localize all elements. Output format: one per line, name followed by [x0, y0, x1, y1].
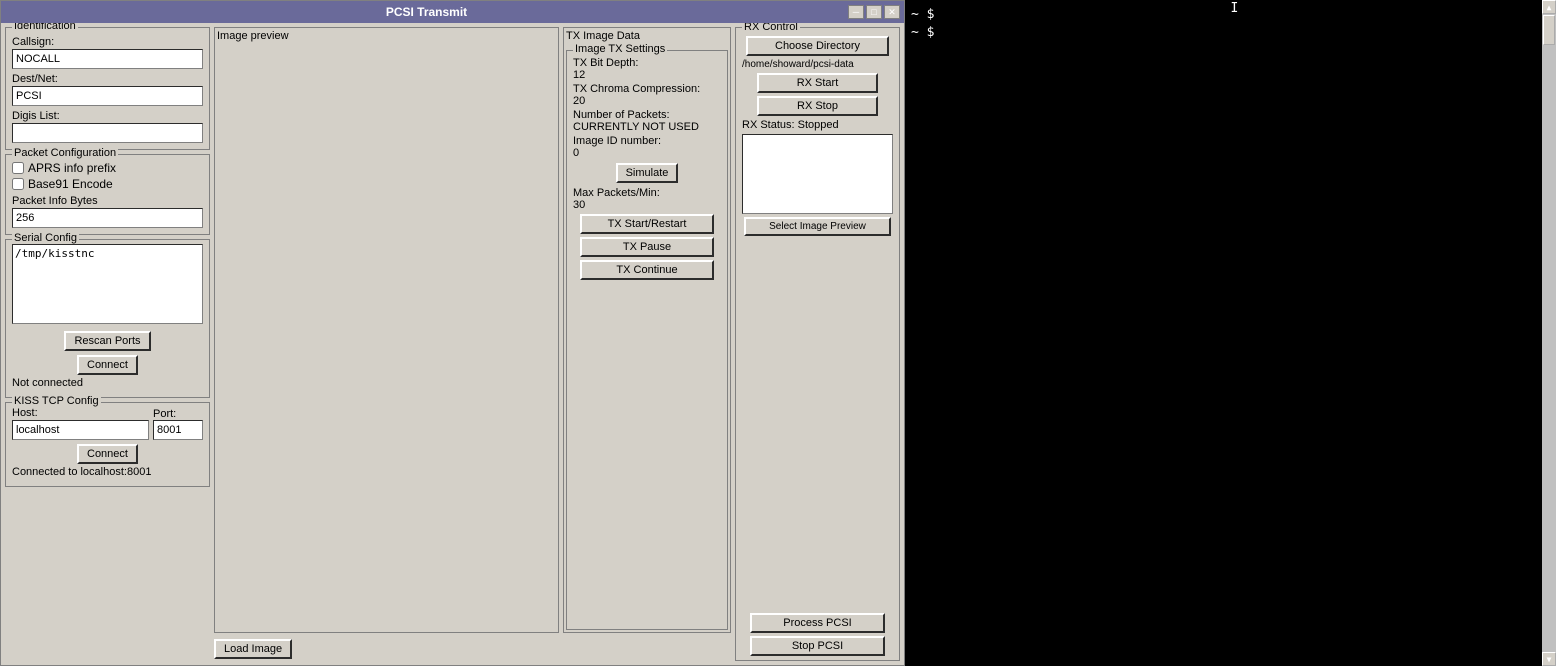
callsign-input[interactable]	[12, 49, 203, 69]
kiss-tcp-title: KISS TCP Config	[12, 395, 101, 407]
tx-continue-button[interactable]: TX Continue	[580, 260, 713, 280]
title-bar: PCSI Transmit ─ □ ✕	[1, 1, 904, 23]
digis-list-label: Digis List:	[12, 110, 203, 122]
packet-info-input[interactable]	[12, 208, 203, 228]
scroll-down-button[interactable]: ▼	[1542, 652, 1556, 666]
terminal-panel: ~ $ ~ $​ I ▲ ▼	[905, 0, 1556, 666]
max-packets-label: Max Packets/Min:	[573, 187, 721, 199]
packet-config-title: Packet Configuration	[12, 147, 118, 159]
kiss-tcp-group: KISS TCP Config Host: Port: Connect Conn…	[5, 402, 210, 487]
rx-start-button[interactable]: RX Start	[757, 73, 878, 93]
serial-config-group: Serial Config Rescan Ports Connect Not c…	[5, 239, 210, 398]
load-image-row: Load Image	[214, 637, 731, 661]
middle-panel: Image preview TX Image Data Image TX Set…	[214, 27, 731, 661]
digis-list-input[interactable]	[12, 123, 203, 143]
image-id-row: Image ID number: 0	[573, 135, 721, 159]
tcp-status: Connected to localhost:8001	[12, 466, 203, 478]
image-preview-panel: Image preview	[214, 27, 559, 633]
max-packets-row: Max Packets/Min: 30	[573, 187, 721, 211]
image-preview-label: Image preview	[217, 30, 556, 42]
dest-net-label: Dest/Net:	[12, 73, 203, 85]
num-packets-row: Number of Packets: CURRENTLY NOT USED	[573, 109, 721, 133]
rescan-ports-button[interactable]: Rescan Ports	[64, 331, 150, 351]
choose-directory-button[interactable]: Choose Directory	[746, 36, 889, 56]
serial-connect-button[interactable]: Connect	[77, 355, 138, 375]
process-pcsi-button[interactable]: Process PCSI	[750, 613, 886, 633]
host-label: Host:	[12, 407, 149, 419]
identification-title: Identification	[12, 23, 78, 32]
tx-settings-title: Image TX Settings	[573, 43, 667, 55]
select-image-preview-button[interactable]: Select Image Preview	[744, 217, 892, 236]
scroll-track	[1542, 14, 1556, 652]
tx-bit-depth-label: TX Bit Depth:	[573, 57, 721, 69]
simulate-button[interactable]: Simulate	[616, 163, 679, 183]
host-input[interactable]	[12, 420, 149, 440]
host-field-container: Host:	[12, 407, 149, 440]
tx-image-data-label: TX Image Data	[566, 30, 728, 42]
dest-net-input[interactable]	[12, 86, 203, 106]
packet-info-label: Packet Info Bytes	[12, 195, 203, 207]
left-panel: Identification Callsign: Dest/Net: Digis…	[5, 27, 210, 661]
base91-row: Base91 Encode	[12, 177, 203, 191]
tx-chroma-row: TX Chroma Compression: 20	[573, 83, 721, 107]
minimize-button[interactable]: ─	[848, 5, 864, 19]
image-id-value: 0	[573, 147, 721, 159]
num-packets-label: Number of Packets:	[573, 109, 721, 121]
main-window: PCSI Transmit ─ □ ✕ Identification Calls…	[0, 0, 905, 666]
scroll-up-button[interactable]: ▲	[1542, 0, 1556, 14]
aprs-prefix-checkbox[interactable]	[12, 162, 24, 174]
rx-control-panel: RX Control Choose Directory /home/showar…	[735, 27, 900, 661]
image-preview-area	[217, 44, 556, 630]
rx-status-text: RX Status: Stopped	[742, 119, 893, 131]
serial-port-textarea[interactable]	[12, 244, 203, 324]
window-title: PCSI Transmit	[5, 5, 848, 19]
serial-config-title: Serial Config	[12, 232, 79, 244]
tcp-connect-button[interactable]: Connect	[77, 444, 138, 464]
directory-path: /home/showard/pcsi-data	[742, 59, 893, 70]
port-input[interactable]	[153, 420, 203, 440]
host-port-row: Host: Port:	[12, 407, 203, 440]
rx-image-preview	[742, 134, 893, 214]
identification-group: Identification Callsign: Dest/Net: Digis…	[5, 27, 210, 150]
base91-checkbox[interactable]	[12, 178, 24, 190]
aprs-prefix-label: APRS info prefix	[28, 161, 116, 175]
tx-pause-button[interactable]: TX Pause	[580, 237, 713, 257]
packet-config-group: Packet Configuration APRS info prefix Ba…	[5, 154, 210, 235]
simulate-btn-row: Simulate	[573, 163, 721, 183]
tx-bit-depth-row: TX Bit Depth: 12	[573, 57, 721, 81]
stop-pcsi-button[interactable]: Stop PCSI	[750, 636, 886, 656]
base91-label: Base91 Encode	[28, 177, 113, 191]
terminal-cursor-indicator: I	[1231, 0, 1239, 18]
callsign-label: Callsign:	[12, 36, 203, 48]
tx-chroma-label: TX Chroma Compression:	[573, 83, 721, 95]
aprs-prefix-row: APRS info prefix	[12, 161, 203, 175]
terminal-scrollbar: ▲ ▼	[1542, 0, 1556, 666]
scroll-thumb[interactable]	[1543, 15, 1555, 45]
tx-start-restart-button[interactable]: TX Start/Restart	[580, 214, 713, 234]
tx-image-panel: TX Image Data Image TX Settings TX Bit D…	[563, 27, 731, 633]
tx-chroma-value: 20	[573, 95, 721, 107]
load-image-button[interactable]: Load Image	[214, 639, 292, 659]
close-button[interactable]: ✕	[884, 5, 900, 19]
terminal-line-2: ~ $​	[911, 24, 1550, 42]
max-packets-value: 30	[573, 199, 721, 211]
tx-bit-depth-value: 12	[573, 69, 721, 81]
title-bar-controls: ─ □ ✕	[848, 5, 900, 19]
rx-stop-button[interactable]: RX Stop	[757, 96, 878, 116]
rx-control-title: RX Control	[742, 23, 800, 33]
num-packets-value: CURRENTLY NOT USED	[573, 121, 721, 133]
tx-settings-group: Image TX Settings TX Bit Depth: 12 TX Ch…	[566, 50, 728, 630]
serial-status: Not connected	[12, 377, 203, 389]
port-field-container: Port:	[153, 408, 203, 440]
image-id-label: Image ID number:	[573, 135, 721, 147]
maximize-button[interactable]: □	[866, 5, 882, 19]
port-label: Port:	[153, 408, 203, 420]
